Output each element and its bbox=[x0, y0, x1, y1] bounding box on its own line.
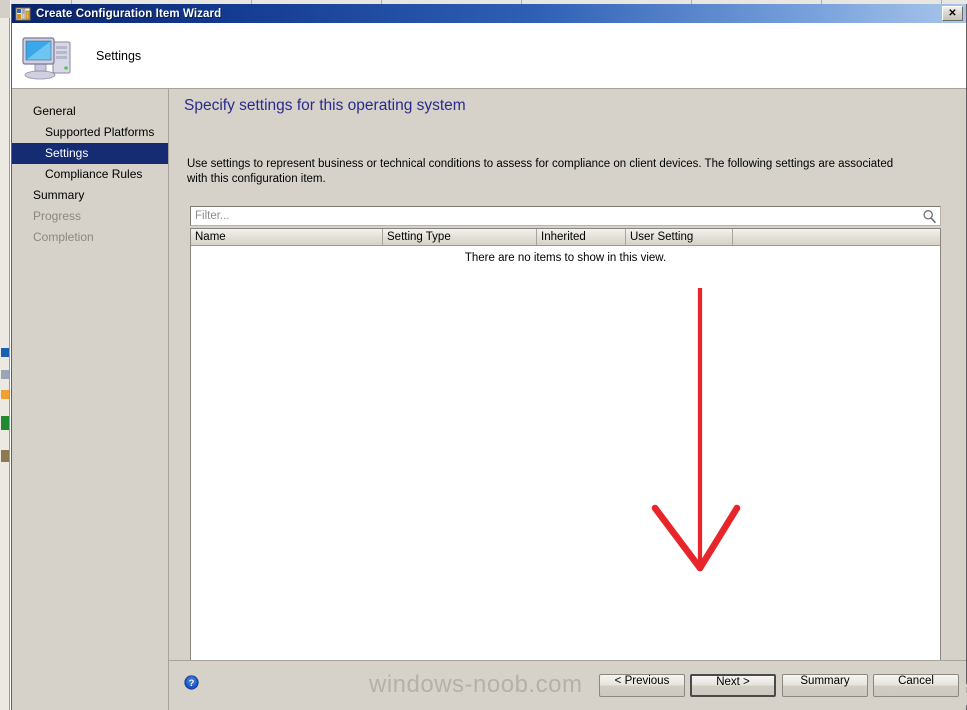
settings-listview: Name Setting Type Inherited User Setting… bbox=[190, 228, 941, 672]
page-title: Specify settings for this operating syst… bbox=[184, 97, 466, 114]
sidebar-item-general[interactable]: General bbox=[12, 101, 168, 122]
watermark: windows-noob.com bbox=[369, 671, 583, 698]
computer-icon bbox=[20, 30, 76, 82]
background-window-list bbox=[0, 18, 10, 710]
filter-input[interactable] bbox=[191, 209, 918, 223]
page-description: Use settings to represent business or te… bbox=[187, 158, 894, 185]
sidebar-item-progress: Progress bbox=[33, 209, 82, 223]
header-label: Settings bbox=[96, 48, 142, 63]
sidebar-item-completion: Completion bbox=[33, 230, 94, 244]
svg-text:?: ? bbox=[189, 678, 195, 689]
dialog-body: General Supported Platforms Settings Com… bbox=[12, 89, 967, 710]
previous-button[interactable]: < Previous bbox=[599, 674, 685, 697]
screenshot-root: Create Configuration Item Wizard ✕ Setti… bbox=[0, 0, 967, 710]
column-header-setting-type[interactable]: Setting Type bbox=[383, 229, 537, 245]
sidebar-item-supported-platforms[interactable]: Supported Platforms bbox=[12, 122, 168, 143]
background-window-sliver bbox=[0, 0, 11, 710]
wizard-footer: ? windows-noob.com < Previous Next > Sum… bbox=[169, 660, 966, 709]
wizard-steps-sidebar: General Supported Platforms Settings Com… bbox=[12, 89, 169, 710]
bg-chip-blue bbox=[1, 348, 9, 357]
column-header-inherited[interactable]: Inherited bbox=[537, 229, 626, 245]
summary-button[interactable]: Summary bbox=[782, 674, 868, 697]
sidebar-item-compliance-rules[interactable]: Compliance Rules bbox=[12, 164, 168, 185]
bg-chip-orange bbox=[1, 390, 9, 399]
main-panel: Specify settings for this operating syst… bbox=[169, 89, 967, 710]
wizard-dialog: Create Configuration Item Wizard ✕ Setti… bbox=[11, 4, 967, 710]
cancel-button[interactable]: Cancel bbox=[873, 674, 959, 697]
help-icon[interactable]: ? bbox=[184, 675, 199, 690]
empty-list-message: There are no items to show in this view. bbox=[464, 252, 667, 264]
bg-chip-gray bbox=[1, 370, 9, 379]
search-icon[interactable] bbox=[918, 209, 940, 224]
wizard-header: Settings bbox=[12, 23, 966, 89]
wizard-icon bbox=[15, 6, 31, 22]
column-header-filler[interactable] bbox=[733, 229, 940, 245]
title-bar[interactable]: Create Configuration Item Wizard ✕ bbox=[12, 4, 966, 23]
sidebar-item-settings[interactable]: Settings bbox=[12, 143, 168, 164]
bg-chip-green bbox=[1, 416, 9, 430]
window-title: Create Configuration Item Wizard bbox=[36, 7, 222, 20]
column-header-user-setting[interactable]: User Setting bbox=[626, 229, 733, 245]
next-button[interactable]: Next > bbox=[690, 674, 776, 697]
column-header-name[interactable]: Name bbox=[191, 229, 383, 245]
listview-header: Name Setting Type Inherited User Setting bbox=[191, 229, 940, 246]
bg-chip-tan bbox=[1, 450, 9, 462]
sidebar-item-summary[interactable]: Summary bbox=[12, 185, 168, 206]
close-icon[interactable]: ✕ bbox=[942, 6, 963, 21]
filter-bar[interactable] bbox=[190, 206, 941, 226]
